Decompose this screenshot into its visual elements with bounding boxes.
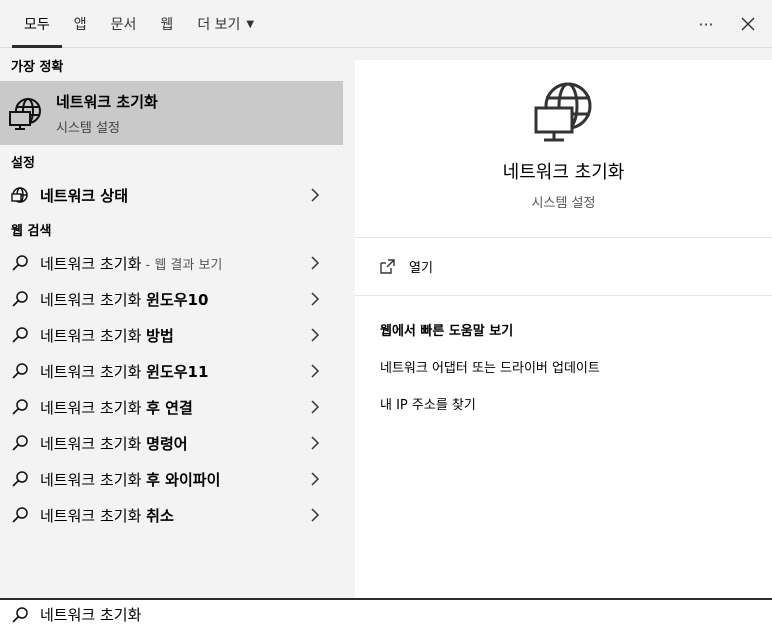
- search-icon: [12, 507, 28, 523]
- chevron-right-icon: [311, 508, 320, 522]
- web-result-item[interactable]: 네트워크 초기화 후 와이파이: [0, 461, 343, 497]
- web-result-label: 네트워크 초기화 후 와이파이: [40, 470, 221, 489]
- web-result-item[interactable]: 네트워크 초기화 - 웹 결과 보기: [0, 245, 343, 281]
- globe-monitor-icon: [9, 98, 41, 130]
- settings-item-label: 네트워크 상태: [40, 186, 129, 205]
- web-result-label: 네트워크 초기화 - 웹 결과 보기: [40, 254, 223, 273]
- search-icon: [12, 291, 28, 307]
- web-result-label: 네트워크 초기화 명령어: [40, 434, 188, 453]
- best-match-subtitle: 시스템 설정: [56, 120, 120, 136]
- search-icon: [12, 435, 28, 451]
- chevron-right-icon: [311, 472, 320, 486]
- web-result-label: 네트워크 초기화 윈도우10: [40, 290, 209, 309]
- chevron-right-icon: [311, 364, 320, 378]
- web-help-link[interactable]: 내 IP 주소를 찾기: [380, 394, 772, 413]
- best-match-heading: 가장 정확: [11, 59, 64, 75]
- detail-hero: 네트워크 초기화 시스템 설정: [355, 60, 772, 238]
- detail-title: 네트워크 초기화: [502, 162, 625, 183]
- web-result-item[interactable]: 네트워크 초기화 방법: [0, 317, 343, 353]
- top-bar: 모두 앱 문서 웹 더 보기 ▼ ···: [0, 0, 772, 48]
- open-external-icon: [380, 258, 395, 274]
- chevron-right-icon: [311, 436, 320, 450]
- web-help-link[interactable]: 네트워크 어댑터 또는 드라이버 업데이트: [380, 357, 772, 376]
- search-icon: [12, 255, 28, 271]
- detail-subtitle: 시스템 설정: [531, 196, 596, 211]
- chevron-right-icon: [311, 292, 320, 306]
- web-result-label: 네트워크 초기화 취소: [40, 506, 174, 525]
- tab-apps[interactable]: 앱: [62, 0, 99, 48]
- results-panel: 가장 정확 네트워크 초기화 시스템 설정 설정 네트워크 상태 웹 검색 네트…: [0, 49, 343, 598]
- chevron-right-icon: [311, 188, 320, 202]
- detail-panel: 네트워크 초기화 시스템 설정 열기 웹에서 빠른 도움말 보기 네트워크 어댑…: [355, 60, 772, 598]
- web-result-item[interactable]: 네트워크 초기화 윈도우11: [0, 353, 343, 389]
- settings-item-network-status[interactable]: 네트워크 상태: [0, 177, 343, 213]
- search-bar: [0, 598, 772, 629]
- web-result-item[interactable]: 네트워크 초기화 윈도우10: [0, 281, 343, 317]
- web-result-label: 네트워크 초기화 후 연결: [40, 398, 193, 417]
- caret-down-icon: ▼: [246, 18, 255, 30]
- tab-all[interactable]: 모두: [12, 0, 62, 48]
- open-label: 열기: [409, 261, 433, 276]
- search-icon: [12, 363, 28, 379]
- web-result-label: 네트워크 초기화 방법: [40, 326, 174, 345]
- search-icon: [12, 606, 28, 623]
- web-result-item[interactable]: 네트워크 초기화 명령어: [0, 425, 343, 461]
- best-match-title: 네트워크 초기화: [56, 92, 158, 111]
- search-icon: [12, 471, 28, 487]
- globe-icon: [11, 187, 28, 203]
- globe-monitor-icon: [534, 82, 591, 142]
- more-options-button[interactable]: ···: [692, 10, 720, 38]
- web-help-section: 웹에서 빠른 도움말 보기 네트워크 어댑터 또는 드라이버 업데이트 내 IP…: [355, 296, 772, 413]
- web-help-heading: 웹에서 빠른 도움말 보기: [380, 324, 514, 339]
- web-result-item[interactable]: 네트워크 초기화 취소: [0, 497, 343, 533]
- web-search-heading: 웹 검색: [11, 223, 52, 239]
- ellipsis-icon: ···: [698, 14, 714, 34]
- close-icon: [741, 17, 755, 31]
- chevron-right-icon: [311, 328, 320, 342]
- search-icon: [12, 327, 28, 343]
- chevron-right-icon: [311, 256, 320, 270]
- close-button[interactable]: [734, 10, 762, 38]
- tab-web[interactable]: 웹: [148, 0, 185, 48]
- open-button[interactable]: 열기: [355, 238, 772, 296]
- search-input[interactable]: [40, 605, 640, 624]
- chevron-right-icon: [311, 400, 320, 414]
- tab-more[interactable]: 더 보기 ▼: [185, 0, 266, 48]
- web-result-label: 네트워크 초기화 윈도우11: [40, 362, 209, 381]
- best-match-item[interactable]: 네트워크 초기화 시스템 설정: [0, 81, 343, 145]
- settings-heading: 설정: [11, 155, 35, 171]
- tab-documents[interactable]: 문서: [99, 0, 149, 48]
- filter-tabs: 모두 앱 문서 웹 더 보기 ▼: [12, 0, 266, 48]
- web-result-item[interactable]: 네트워크 초기화 후 연결: [0, 389, 343, 425]
- search-icon: [12, 399, 28, 415]
